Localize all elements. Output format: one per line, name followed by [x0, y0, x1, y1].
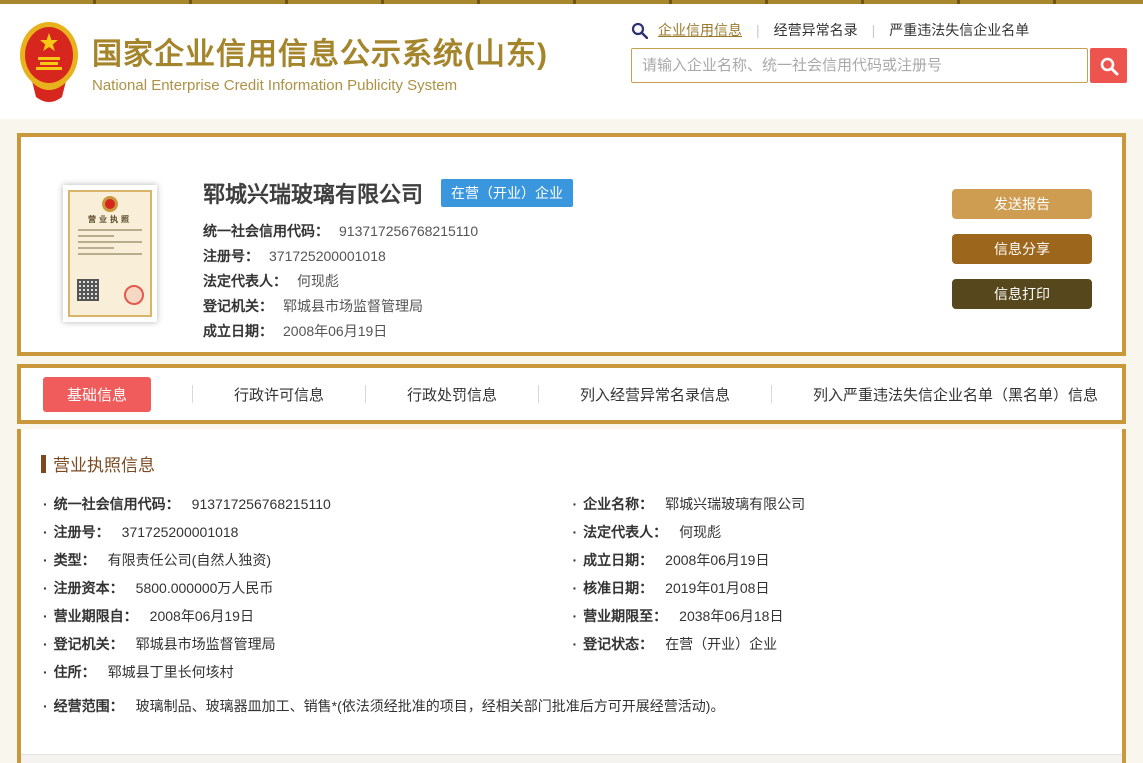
status-badge: 在营（开业）企业	[441, 179, 574, 207]
field-credit-code: 统一社会信用代码：913717256768215110	[43, 490, 573, 518]
summary-row-credit-code: 统一社会信用代码： 913717256768215110	[203, 223, 479, 239]
license-text-line	[78, 241, 142, 243]
summary-row-establish-date: 成立日期： 2008年06月19日	[203, 323, 388, 339]
site-header: 国家企业信用信息公示系统(山东) National Enterprise Cre…	[0, 4, 1143, 119]
share-info-button[interactable]: 信息分享	[952, 234, 1092, 264]
action-buttons: 发送报告 信息分享 信息打印	[952, 189, 1092, 352]
field-approval-date: 核准日期：2019年01月08日	[573, 574, 1103, 602]
tab-divider	[192, 385, 193, 403]
field-term-from: 营业期限自：2008年06月19日	[43, 602, 573, 630]
site-subtitle: National Enterprise Credit Information P…	[92, 77, 458, 94]
tab-abnormal-directory[interactable]: 列入经营异常名录信息	[580, 384, 730, 405]
search-bar	[631, 48, 1127, 83]
search-type-nav: 企业信用信息 | 经营异常名录 | 严重违法失信企业名单	[631, 20, 1127, 40]
field-term-to: 营业期限至：2038年06月18日	[573, 602, 1103, 630]
header-right: 企业信用信息 | 经营异常名录 | 严重违法失信企业名单	[631, 4, 1127, 119]
info-tab-bar: 基础信息 行政许可信息 行政处罚信息 列入经营异常名录信息 列入严重违法失信企业…	[17, 364, 1126, 424]
field-reg-authority: 登记机关：郓城县市场监督管理局	[43, 630, 573, 658]
field-reg-number: 注册号：371725200001018	[43, 518, 573, 546]
brand: 国家企业信用信息公示系统(山东) National Enterprise Cre…	[18, 4, 548, 119]
nav-separator: |	[871, 22, 876, 38]
send-report-button[interactable]: 发送报告	[952, 189, 1092, 219]
field-address: 住所：郓城县丁里长何垓村	[43, 658, 1102, 686]
license-text-line	[78, 247, 114, 249]
print-info-button[interactable]: 信息打印	[952, 279, 1092, 309]
nav-link-serious-violation[interactable]: 严重违法失信企业名单	[887, 20, 1031, 40]
field-registered-capital: 注册资本：5800.000000万人民币	[43, 574, 573, 602]
tab-basic-info[interactable]: 基础信息	[43, 376, 152, 412]
license-text-line	[78, 253, 142, 255]
nav-link-abnormal-directory[interactable]: 经营异常名录	[772, 20, 860, 40]
site-title: 国家企业信用信息公示系统(山东)	[92, 38, 548, 71]
license-image: 营业执照	[68, 190, 152, 317]
summary-row-reg-number: 注册号： 371725200001018	[203, 248, 386, 264]
field-establish-date: 成立日期：2008年06月19日	[573, 546, 1103, 574]
license-title: 营业执照	[88, 215, 132, 224]
search-icon	[631, 22, 648, 39]
search-button[interactable]	[1090, 48, 1127, 83]
nav-link-enterprise-credit[interactable]: 企业信用信息	[656, 20, 744, 40]
tab-divider	[770, 385, 772, 403]
section-title-text: 营业执照信息	[53, 456, 155, 475]
nav-separator: |	[756, 22, 760, 38]
qr-code	[77, 279, 99, 301]
company-info: 郓城兴瑞玻璃有限公司 在营（开业）企业 统一社会信用代码： 91371725676…	[203, 177, 932, 352]
license-detail-grid: 统一社会信用代码：913717256768215110 企业名称：郓城兴瑞玻璃有…	[41, 490, 1102, 720]
section-bottom-divider	[21, 754, 1122, 763]
company-summary-card: 营业执照 郓城兴瑞玻璃有限公司 在营（开业）企业 统一社会信用代码： 913717…	[17, 133, 1126, 356]
tab-divider	[364, 385, 366, 403]
tab-blacklist[interactable]: 列入严重违法失信企业名单（黑名单）信息	[813, 384, 1098, 405]
search-input[interactable]	[631, 48, 1088, 83]
tab-divider	[537, 385, 539, 403]
national-emblem-logo	[20, 21, 78, 102]
brand-text: 国家企业信用信息公示系统(山东) National Enterprise Cre…	[92, 29, 548, 94]
license-text-line	[78, 229, 142, 231]
tab-admin-license[interactable]: 行政许可信息	[234, 384, 324, 405]
field-legal-rep: 法定代表人：何现彪	[573, 518, 1103, 546]
license-text-line	[78, 235, 114, 237]
emblem-icon	[102, 196, 118, 212]
main-content: 营业执照 郓城兴瑞玻璃有限公司 在营（开业）企业 统一社会信用代码： 913717…	[0, 119, 1143, 763]
field-company-name: 企业名称：郓城兴瑞玻璃有限公司	[573, 490, 1103, 518]
section-title-license-info: 营业执照信息	[41, 451, 1102, 476]
license-info-card: 营业执照信息 统一社会信用代码：913717256768215110 企业名称：…	[17, 429, 1126, 763]
summary-row-reg-authority: 登记机关： 郓城县市场监督管理局	[203, 298, 423, 314]
field-business-scope: 经营范围：玻璃制品、玻璃器皿加工、销售*(依法须经批准的项目，经相关部门批准后方…	[43, 692, 1102, 720]
tab-admin-penalty[interactable]: 行政处罚信息	[407, 384, 497, 405]
field-reg-status: 登记状态：在营（开业）企业	[573, 630, 1103, 658]
summary-row-legal-rep: 法定代表人： 何现彪	[203, 273, 339, 289]
search-icon	[1100, 57, 1118, 75]
section-bar-icon	[41, 454, 46, 473]
red-seal	[124, 285, 144, 305]
company-name: 郓城兴瑞玻璃有限公司	[203, 182, 424, 207]
field-company-type: 类型：有限责任公司(自然人独资)	[43, 546, 573, 574]
business-license-thumbnail[interactable]: 营业执照	[63, 185, 157, 322]
